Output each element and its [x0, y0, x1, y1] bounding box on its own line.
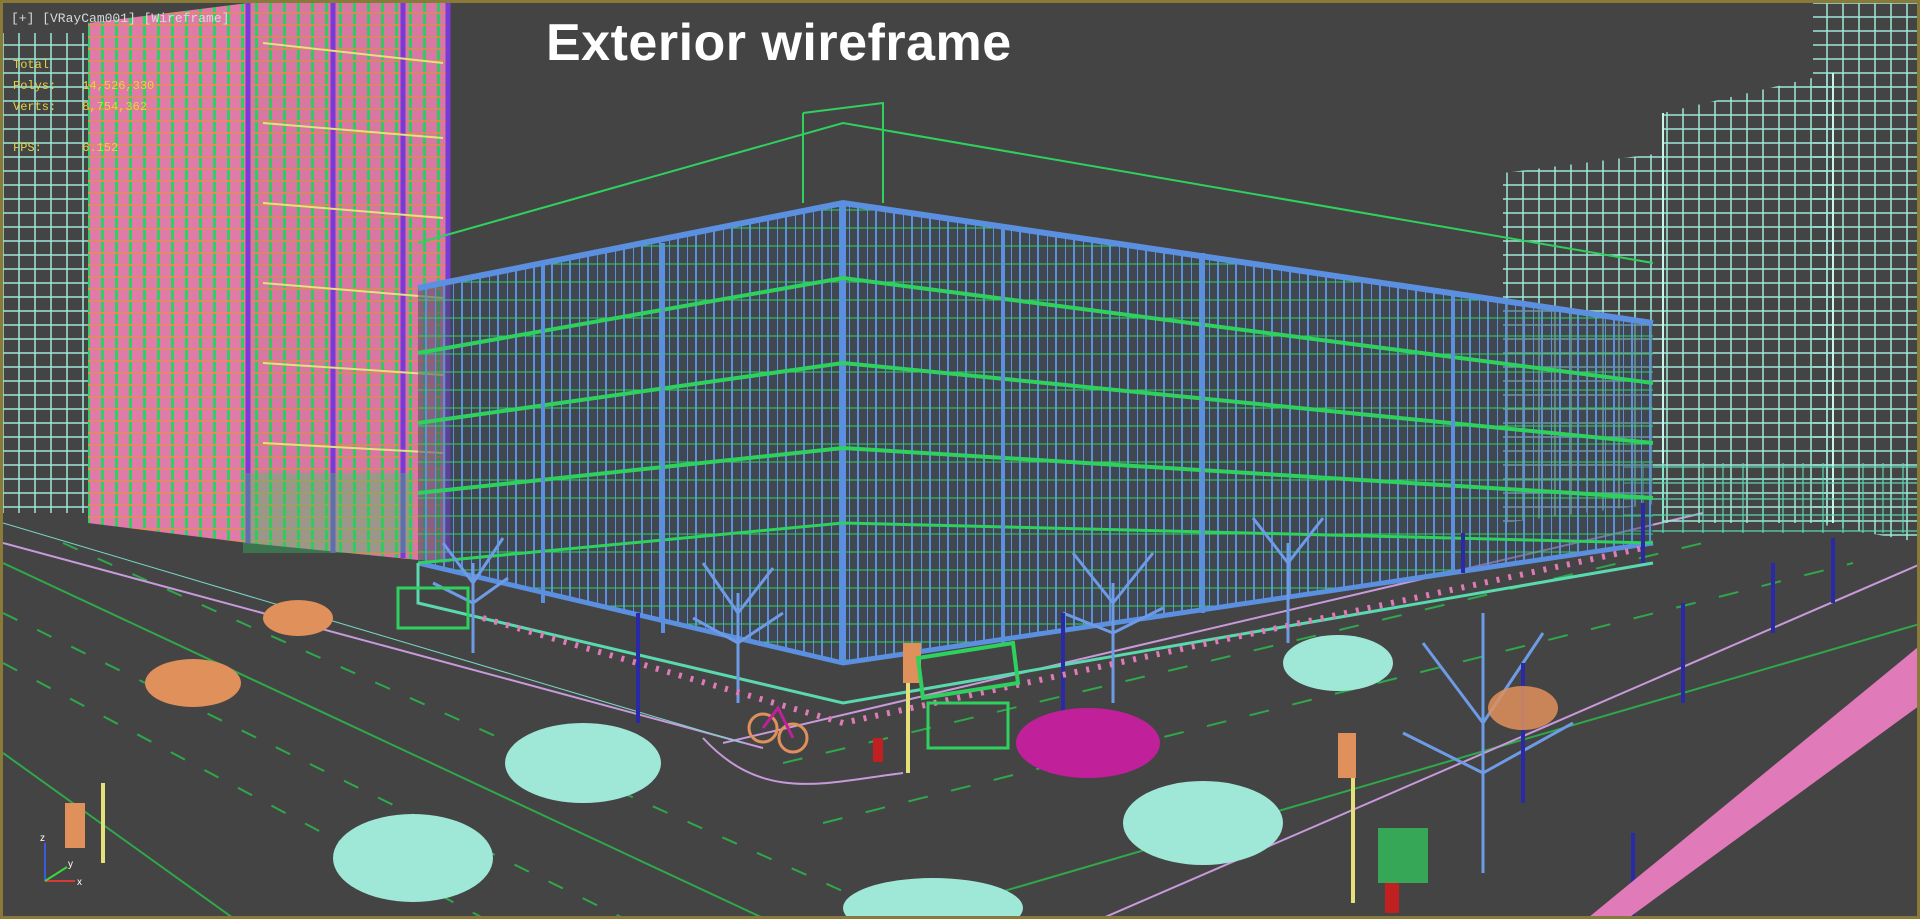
axis-y-label: y: [68, 859, 73, 870]
axis-gizmo-icon: z x y: [40, 833, 82, 888]
stats-value: 8,754,362: [82, 100, 148, 114]
stats-row-fps: FPS: 6.152: [13, 138, 154, 159]
axis-z-label: z: [40, 833, 45, 844]
viewport-label[interactable]: [+] [VRayCam001] [Wireframe]: [11, 11, 229, 26]
bicycle: [747, 705, 809, 754]
stats-value: 14,526,330: [82, 79, 155, 93]
stats-row-verts: Verts: 8,754,362: [13, 97, 154, 118]
axis-x-label: x: [77, 877, 82, 888]
stats-key: Verts:: [13, 100, 57, 114]
parking-garage: [416, 101, 1654, 705]
stats-key: Polys:: [13, 79, 57, 93]
viewport-perspective[interactable]: [+] [VRayCam001] [Wireframe] Total Polys…: [0, 0, 1920, 919]
stats-header: Total: [13, 58, 50, 72]
stats-key: FPS:: [13, 141, 42, 155]
stats-row-polys: Polys: 14,526,330: [13, 76, 154, 97]
viewport-title: Exterior wireframe: [546, 14, 1012, 72]
statistics-overlay: Total Polys: 14,526,330 Verts: 8,754,362…: [13, 55, 154, 159]
stats-value: 6.152: [82, 141, 119, 155]
wireframe-scene[interactable]: [3, 3, 1920, 919]
